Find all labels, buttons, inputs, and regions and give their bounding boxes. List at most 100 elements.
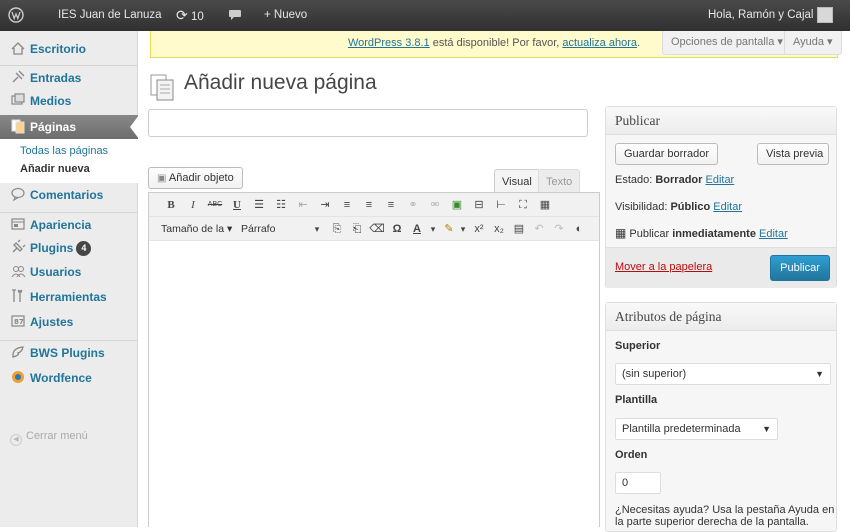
save-draft-button[interactable]: Guardar borrador — [615, 143, 718, 165]
sidebar-item-apariencia[interactable]: Apariencia — [0, 212, 138, 236]
order-input[interactable]: 0 — [615, 472, 661, 494]
sidebar-item-medios[interactable]: Medios — [0, 89, 138, 113]
collapse-menu[interactable]: ◀ Cerrar menú — [10, 430, 88, 446]
greeting: Hola, Ramón y Cajal — [708, 9, 814, 21]
help-button[interactable]: Ayuda ▾ — [784, 31, 842, 55]
refresh-icon: ⟳ — [176, 7, 188, 23]
media-icon — [11, 93, 25, 105]
move-to-trash-link[interactable]: Mover a la papelera — [615, 261, 712, 273]
paste-word-icon[interactable]: ⎗ — [349, 221, 365, 237]
help-text-line-1: ¿Necesitas ayuda? Usa la pestaña Ayuda e… — [615, 504, 835, 516]
toolbar-toggle-icon[interactable]: ▦ — [537, 197, 553, 213]
visibility-value: Público — [670, 201, 711, 213]
sidebar-item-usuarios[interactable]: Usuarios — [0, 260, 138, 284]
insert-image-icon[interactable]: ▣ — [449, 197, 465, 213]
text-color-icon[interactable]: A — [409, 221, 425, 237]
parent-label: Superior — [615, 340, 661, 352]
submenu-all-pages[interactable]: Todas las páginas — [20, 145, 108, 157]
attributes-box-title[interactable]: Atributos de página — [606, 303, 836, 331]
wordpress-logo-icon[interactable] — [8, 0, 24, 31]
subscript-icon[interactable]: x₂ — [491, 221, 507, 237]
align-center-icon[interactable]: ≡ — [361, 197, 377, 213]
sidebar-item-herramientas[interactable]: Herramientas — [0, 285, 138, 309]
superscript-icon[interactable]: x² — [471, 221, 487, 237]
template-label: Plantilla — [615, 394, 658, 406]
horizontal-rule-icon[interactable]: ⊢ — [493, 197, 509, 213]
status-label: Estado: — [615, 174, 656, 186]
align-right-icon[interactable]: ≡ — [383, 197, 399, 213]
edit-status-link[interactable]: Editar — [705, 174, 734, 186]
title-input[interactable] — [148, 109, 588, 137]
preview-button[interactable]: Vista previa — [757, 143, 829, 165]
new-content-link[interactable]: + Nuevo — [264, 0, 307, 31]
sidebar-item-ajustes[interactable]: 87 Ajustes — [0, 310, 138, 334]
publish-box: Publicar Guardar borrador Vista previa E… — [605, 106, 837, 288]
sidebar-item-label: BWS Plugins — [30, 346, 105, 360]
add-media-button[interactable]: ▣ Añadir objeto — [148, 167, 243, 189]
tab-text[interactable]: Texto — [538, 169, 581, 193]
update-now-link[interactable]: actualiza ahora — [562, 37, 637, 49]
sidebar-item-label: Ajustes — [30, 315, 74, 329]
chevron-down-icon: ▼ — [815, 369, 824, 379]
italic-icon[interactable]: I — [185, 197, 201, 213]
text-color-dropdown-icon[interactable]: ▾ — [425, 221, 441, 237]
site-name-link[interactable]: IES Juan de Lanuza — [58, 0, 162, 31]
sidebar-item-comentarios[interactable]: Comentarios — [0, 183, 138, 207]
format-dropdown-icon[interactable]: ▾ — [309, 221, 325, 237]
link-icon[interactable]: ⚭ — [405, 197, 421, 213]
align-left-icon[interactable]: ≡ — [339, 197, 355, 213]
screen-options-button[interactable]: Opciones de pantalla ▾ — [662, 31, 792, 55]
numbered-list-icon[interactable]: ☷ — [273, 197, 289, 213]
sidebar-item-wordfence[interactable]: Wordfence — [0, 366, 138, 390]
indent-icon[interactable]: ⇥ — [317, 197, 333, 213]
publish-box-title[interactable]: Publicar — [606, 107, 836, 135]
format-select[interactable]: Párrafo — [241, 220, 275, 238]
bullet-list-icon[interactable]: ☰ — [251, 197, 267, 213]
sidebar-item-paginas[interactable]: Páginas — [0, 115, 139, 139]
help-circle-icon[interactable]: ◐ — [571, 221, 587, 237]
paste-text-icon[interactable]: ⎘ — [329, 221, 345, 237]
sidebar-item-escritorio[interactable]: Escritorio — [0, 37, 138, 61]
publish-date-row: ▦ Publicar inmediatamente Editar — [615, 226, 788, 240]
parent-select[interactable]: (sin superior) ▼ — [615, 363, 831, 385]
edit-visibility-link[interactable]: Editar — [713, 201, 742, 213]
comments-icon[interactable] — [228, 0, 242, 31]
special-character-icon[interactable]: Ω — [389, 221, 405, 237]
page-title: Añadir nueva página — [184, 71, 377, 94]
unlink-icon[interactable]: ⚮ — [427, 197, 443, 213]
admin-sidebar: Escritorio Entradas Medios Páginas Todas… — [0, 31, 139, 527]
tools-icon — [12, 289, 23, 302]
editor-toolbar-row-2: Tamaño de la ▾ Párrafo ▾ ⎘ ⎗ ⌫ Ω A ▾ ✎ ▾… — [149, 217, 599, 241]
tab-visual[interactable]: Visual — [494, 169, 540, 193]
eraser-icon[interactable]: ⌫ — [369, 221, 385, 237]
undo-icon[interactable]: ↶ — [531, 221, 547, 237]
content-editor[interactable]: B I ABC U ☰ ☷ ⇤ ⇥ ≡ ≡ ≡ ⚭ ⚮ ▣ ⊟ ⊢ ⛶ ▦ Ta… — [148, 192, 600, 527]
publish-button[interactable]: Publicar — [770, 255, 830, 281]
font-size-select[interactable]: Tamaño de la ▾ — [161, 220, 232, 238]
template-select[interactable]: Plantilla predeterminada ▼ — [615, 418, 778, 440]
highlight-dropdown-icon[interactable]: ▾ — [455, 221, 471, 237]
edit-date-link[interactable]: Editar — [759, 228, 788, 240]
more-tag-icon[interactable]: ⊟ — [471, 197, 487, 213]
account-menu[interactable]: Hola, Ramón y Cajal — [708, 0, 834, 31]
underline-icon[interactable]: U — [229, 197, 245, 213]
bold-icon[interactable]: B — [163, 197, 179, 213]
visibility-label: Visibilidad: — [615, 201, 671, 213]
redo-icon[interactable]: ↷ — [551, 221, 567, 237]
fullscreen-icon[interactable]: ⛶ — [515, 197, 531, 213]
wordpress-version-link[interactable]: WordPress 3.8.1 — [348, 37, 430, 49]
table-icon[interactable]: ▤ — [511, 221, 527, 237]
sidebar-item-entradas[interactable]: Entradas — [0, 65, 138, 89]
sidebar-item-label: Entradas — [30, 71, 82, 85]
chevron-down-icon: ▼ — [762, 424, 771, 434]
strikethrough-icon[interactable]: ABC — [207, 197, 223, 213]
outdent-icon[interactable]: ⇤ — [295, 197, 311, 213]
collapse-label: Cerrar menú — [26, 430, 88, 442]
sidebar-item-plugins[interactable]: Plugins 4 — [0, 236, 138, 260]
updates-link[interactable]: ⟳ 10 — [176, 0, 204, 31]
publish-prefix: Publicar — [629, 228, 673, 240]
font-size-value: Tamaño de la — [161, 223, 225, 235]
sidebar-item-bws-plugins[interactable]: BWS Plugins — [0, 340, 138, 364]
svg-text:87: 87 — [14, 318, 24, 326]
submenu-add-new[interactable]: Añadir nueva — [20, 163, 90, 175]
